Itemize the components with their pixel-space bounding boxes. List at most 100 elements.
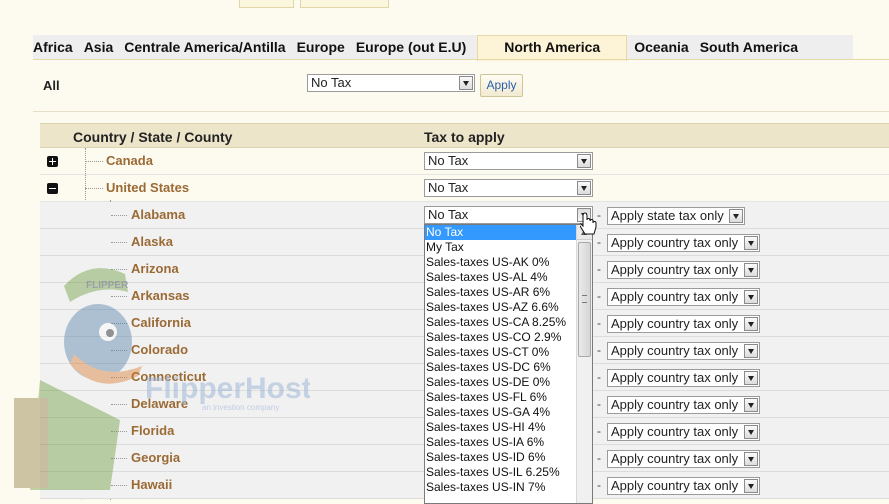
tax-mode-select[interactable]: Apply country tax only	[607, 342, 760, 360]
dropdown-option[interactable]: Sales-taxes US-AZ 6.6%	[425, 300, 592, 315]
country-tax-select[interactable]: No Tax	[424, 152, 593, 170]
column-header-tax: Tax to apply	[424, 129, 505, 145]
chevron-down-icon[interactable]	[577, 181, 591, 195]
dropdown-option[interactable]: Sales-taxes US-CO 2.9%	[425, 330, 592, 345]
tax-mode-select[interactable]: Apply country tax only	[607, 450, 760, 468]
tab-north-america[interactable]: North America	[477, 35, 628, 61]
country-tax-select[interactable]: No Tax	[424, 179, 593, 197]
tax-mode-select-value: Apply country tax only	[611, 370, 739, 385]
tab-europe[interactable]: Europe	[297, 35, 345, 60]
state-name[interactable]: Hawaii	[131, 477, 172, 492]
tab-africa[interactable]: Africa	[33, 35, 73, 60]
dropdown-option[interactable]: Sales-taxes US-IL 6.25%	[425, 465, 592, 480]
state-name[interactable]: Delaware	[131, 396, 188, 411]
separator-dash: -	[597, 370, 601, 384]
dropdown-option[interactable]: Sales-taxes US-AK 0%	[425, 255, 592, 270]
tab-oceania[interactable]: Oceania	[634, 35, 688, 60]
tax-mode-select[interactable]: Apply country tax only	[607, 423, 760, 441]
dropdown-option[interactable]: Sales-taxes US-ID 6%	[425, 450, 592, 465]
dropdown-option[interactable]: Sales-taxes US-GA 4%	[425, 405, 592, 420]
dropdown-option[interactable]: Sales-taxes US-AL 4%	[425, 270, 592, 285]
region-tabs: Africa Asia Centrale America/Antilla Europe…	[33, 35, 809, 61]
all-tax-select-value: No Tax	[311, 75, 352, 90]
tax-mode-select[interactable]: Apply country tax only	[607, 477, 760, 495]
dropdown-option[interactable]: Sales-taxes US-AR 6%	[425, 285, 592, 300]
tax-mode-select[interactable]: Apply country tax only	[607, 369, 760, 387]
tree-connector	[111, 323, 127, 324]
tax-mode-select-value: Apply country tax only	[611, 397, 739, 412]
apply-button[interactable]: Apply	[480, 74, 523, 97]
chevron-down-icon[interactable]	[577, 154, 591, 168]
chevron-down-icon[interactable]	[744, 317, 758, 331]
tax-mode-select[interactable]: Apply country tax only	[607, 261, 760, 279]
dropdown-option[interactable]: Sales-taxes US-IN 7%	[425, 480, 592, 495]
tab-centrale-america-antilla[interactable]: Centrale America/Antilla	[124, 35, 285, 60]
tree-vertical-connector	[85, 148, 86, 200]
scroll-thumb[interactable]	[578, 242, 591, 357]
dropdown-option[interactable]: Sales-taxes US-DC 6%	[425, 360, 592, 375]
state-name[interactable]: Florida	[131, 423, 174, 438]
separator-dash: -	[597, 424, 601, 438]
dropdown-option[interactable]: Sales-taxes US-CT 0%	[425, 345, 592, 360]
chevron-down-icon[interactable]	[744, 236, 758, 250]
tab-south-america[interactable]: South America	[700, 35, 798, 60]
state-name[interactable]: Arizona	[131, 261, 179, 276]
tax-mode-select-value: Apply country tax only	[611, 235, 739, 250]
state-name[interactable]: Alabama	[131, 207, 185, 222]
column-header-location: Country / State / County	[73, 129, 233, 145]
separator-dash: -	[597, 478, 601, 492]
state-tax-select[interactable]: No Tax	[424, 206, 593, 224]
all-tax-select[interactable]: No Tax	[307, 74, 475, 92]
country-tax-select-value: No Tax	[428, 153, 469, 168]
state-name[interactable]: Alaska	[131, 234, 173, 249]
tax-options-dropdown[interactable]: No Tax My Tax Sales-taxes US-AK 0% Sales-ta…	[424, 224, 593, 504]
state-name[interactable]: Connecticut	[131, 369, 206, 384]
tax-mode-select[interactable]: Apply country tax only	[607, 396, 760, 414]
state-name[interactable]: California	[131, 315, 191, 330]
dropdown-option[interactable]: My Tax	[425, 240, 592, 255]
country-name[interactable]: Canada	[106, 153, 153, 168]
state-name[interactable]: Georgia	[131, 450, 180, 465]
collapse-icon[interactable]	[47, 183, 58, 194]
tax-mode-select[interactable]: Apply country tax only	[607, 234, 760, 252]
chevron-down-icon[interactable]	[744, 371, 758, 385]
dropdown-option[interactable]: Sales-taxes US-FL 6%	[425, 390, 592, 405]
chevron-down-icon[interactable]	[744, 344, 758, 358]
dropdown-option[interactable]: Sales-taxes US-IA 6%	[425, 435, 592, 450]
chevron-down-icon[interactable]	[729, 209, 743, 223]
tab-asia[interactable]: Asia	[84, 35, 114, 60]
state-tax-select-value: No Tax	[428, 207, 469, 222]
dropdown-option[interactable]: No Tax	[425, 225, 592, 240]
dropdown-options: No Tax My Tax Sales-taxes US-AK 0% Sales-ta…	[425, 225, 592, 495]
chevron-down-icon[interactable]	[459, 76, 473, 90]
chevron-down-icon[interactable]	[744, 479, 758, 493]
tax-mode-select[interactable]: Apply country tax only	[607, 315, 760, 333]
tax-mode-select-value: Apply country tax only	[611, 478, 739, 493]
chevron-down-icon[interactable]	[744, 263, 758, 277]
dropdown-scrollbar[interactable]	[576, 225, 592, 503]
tax-mode-select[interactable]: Apply state tax only	[607, 207, 745, 225]
mouse-pointer-icon	[580, 212, 597, 235]
dropdown-option[interactable]: Sales-taxes US-CA 8.25%	[425, 315, 592, 330]
tax-mode-select-value: Apply country tax only	[611, 424, 739, 439]
chevron-down-icon[interactable]	[744, 452, 758, 466]
separator-dash: -	[597, 289, 601, 303]
state-name[interactable]: Colorado	[131, 342, 188, 357]
tab-europe-out-e-u[interactable]: Europe (out E.U)	[356, 35, 466, 60]
tree-connector	[85, 161, 103, 162]
chevron-down-icon[interactable]	[744, 290, 758, 304]
separator-dash: -	[597, 262, 601, 276]
tree-connector	[111, 431, 127, 432]
chevron-down-icon[interactable]	[744, 398, 758, 412]
country-name[interactable]: United States	[106, 180, 189, 195]
tax-mode-select-value: Apply state tax only	[611, 208, 724, 223]
state-name[interactable]: Arkansas	[131, 288, 190, 303]
tax-mode-select-value: Apply country tax only	[611, 316, 739, 331]
separator-dash: -	[597, 316, 601, 330]
dropdown-option[interactable]: Sales-taxes US-DE 0%	[425, 375, 592, 390]
tree-connector	[111, 485, 127, 486]
chevron-down-icon[interactable]	[744, 425, 758, 439]
tax-mode-select[interactable]: Apply country tax only	[607, 288, 760, 306]
dropdown-option[interactable]: Sales-taxes US-HI 4%	[425, 420, 592, 435]
expand-icon[interactable]	[47, 156, 58, 167]
